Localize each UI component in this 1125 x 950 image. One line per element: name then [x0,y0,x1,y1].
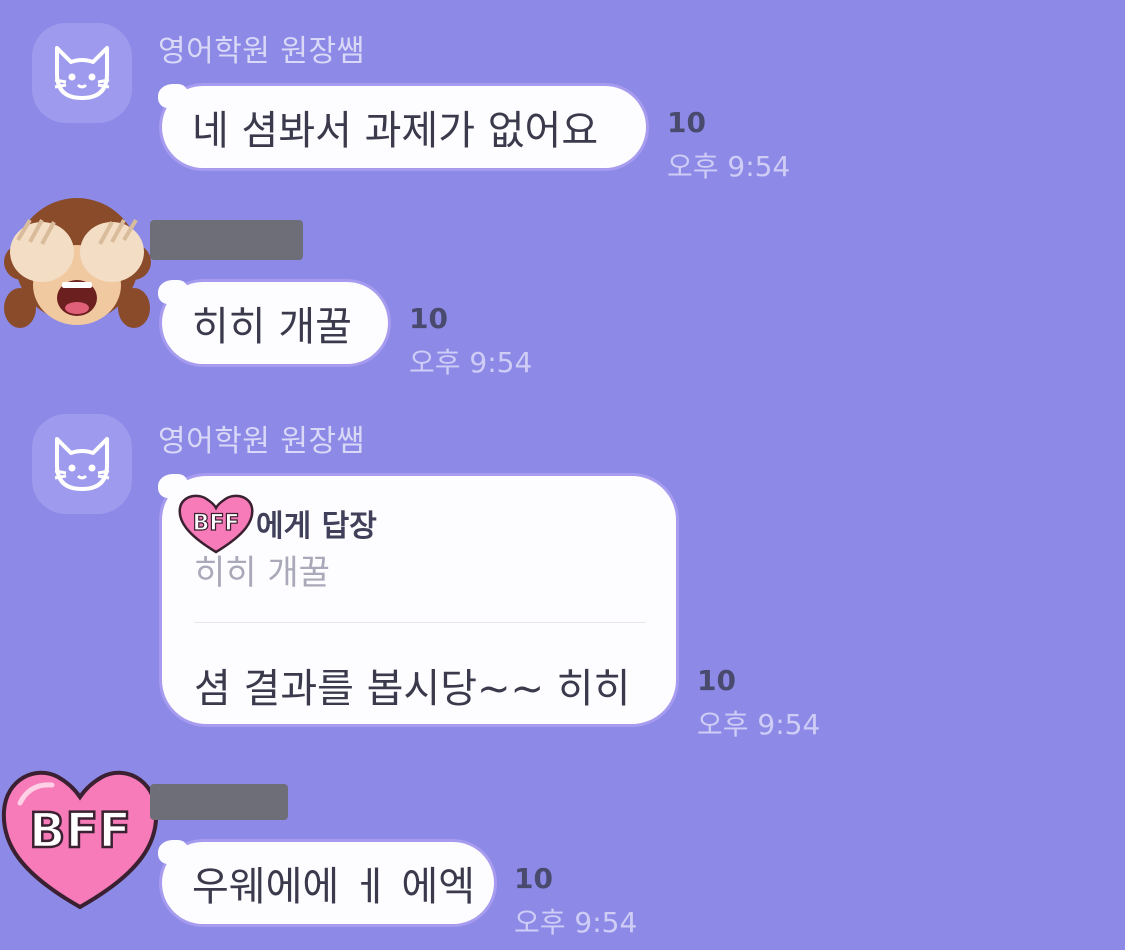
message-text: 네 셤봐서 과제가 없어요 [192,108,599,154]
message-bubble[interactable]: 우웨에에 ㅔ 에엑 [158,840,494,924]
sender-name: 영어학원 원장쌤 [158,424,365,459]
unread-count: 10 [697,664,736,697]
unread-count: 10 [409,302,448,335]
message-bubble[interactable]: 네 셤봐서 과제가 없어요 [158,84,646,168]
bff-sticker-text: BFF [193,511,240,536]
bff-heart-icon: BFF [1,770,159,910]
message-bubble[interactable]: 히히 개꿀 [158,280,388,364]
monkey-see-no-evil-icon [4,198,151,328]
avatar-cat[interactable] [32,414,132,514]
message-time: 오후 9:54 [514,906,638,939]
message-text: 셤 결과를 봅시당~~ 히히 [194,666,631,712]
reply-message-bubble[interactable]: BFF 에게 답장 히히 개꿀 셤 결과를 봅시당~~ 히히 [158,474,676,724]
redacted-sender-name [150,220,303,260]
quoted-text: 히히 개꿀 [194,553,330,593]
bff-avatar-text: BFF [29,803,131,859]
reply-divider [194,622,646,623]
unread-count: 10 [667,106,706,139]
avatar-monkey[interactable] [0,190,155,335]
reply-to-label: 에게 답장 [256,509,377,544]
cat-face-icon [54,437,110,491]
avatar-bff[interactable]: BFF [0,763,160,913]
avatar-cat[interactable] [32,23,132,123]
message-text: 우웨에에 ㅔ 에엑 [192,864,476,910]
cat-face-icon [54,46,110,100]
unread-count: 10 [514,862,553,895]
sender-name: 영어학원 원장쌤 [158,34,365,69]
message-time: 오후 9:54 [667,150,791,183]
message-time: 오후 9:54 [697,708,821,741]
message-time: 오후 9:54 [409,346,533,379]
redacted-sender-name [150,784,288,820]
message-text: 히히 개꿀 [192,304,352,350]
